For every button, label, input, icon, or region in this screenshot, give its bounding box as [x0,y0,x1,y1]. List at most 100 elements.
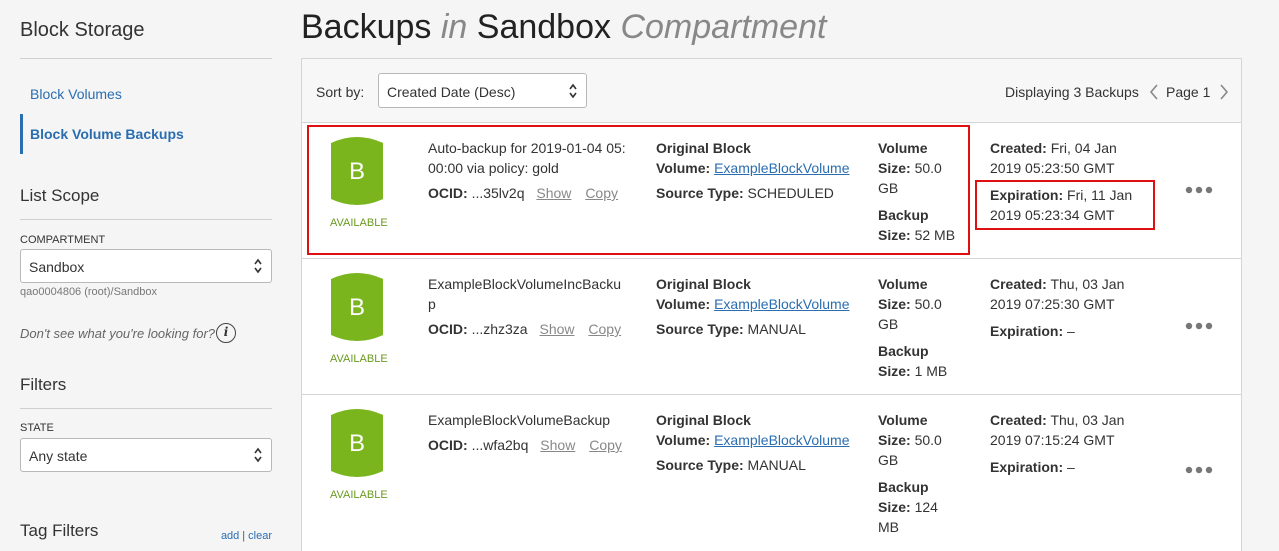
volume-size-label: Size: [878,160,911,176]
ocid-label: OCID: [428,437,468,453]
page-title-compartment: Sandbox [476,8,612,46]
table-row: B AVAILABLE ExampleBlockVolumeIncBackup … [302,259,1241,395]
tag-filter-add-link[interactable]: add [221,530,239,542]
volume-size-label: Size: [878,432,911,448]
expiration-label: Expiration: [990,187,1064,203]
original-volume-link[interactable]: ExampleBlockVolume [714,296,849,312]
orig-label: Original Block [656,140,751,156]
backup-name-link[interactable]: ExampleBlockVolumeBackup [428,410,628,430]
expiration-date: Expiration: – [990,321,1155,341]
display-count: Displaying 3 Backups [1005,84,1139,100]
ocid-show-link[interactable]: Show [539,321,574,337]
ocid-label: OCID: [428,321,468,337]
chevron-updown-icon [569,83,577,99]
tag-filter-clear-link[interactable]: clear [248,530,272,542]
created-date: Created: Thu, 03 Jan 2019 07:15:24 GMT [990,410,1150,450]
original-volume: Original Block Volume: ExampleBlockVolum… [656,274,866,314]
help-text: Don't see what you're looking for? [20,326,216,341]
ocid-value: ...35lv2q [471,185,525,201]
backup-icon: B AVAILABLE [330,407,388,501]
compartment-path: qao0004806 (root)/Sandbox [20,286,157,298]
expiration-label: Expiration: [990,459,1064,475]
orig-label: Volume: [656,432,711,448]
source-type-label: Source Type: [656,457,744,473]
volume-size-label: Volume [878,140,928,156]
backup-icon: B AVAILABLE [330,135,388,229]
database-icon: B [331,273,383,341]
info-icon[interactable]: i [216,323,236,343]
table-row: B AVAILABLE ExampleBlockVolumeBackup OCI… [302,395,1241,551]
state-label: STATE [20,422,54,434]
more-actions-icon[interactable] [1184,185,1214,195]
expiration-value: – [1067,323,1075,339]
ocid-value: ...wfa2bq [471,437,529,453]
source-type-value: SCHEDULED [747,185,834,201]
table-row: B AVAILABLE Auto-backup for 2019-01-04 0… [302,123,1241,259]
ocid-line: OCID: ...wfa2bq Show Copy [428,437,622,453]
ocid-copy-link[interactable]: Copy [589,437,622,453]
chevron-right-icon[interactable] [1218,83,1230,101]
ocid-show-link[interactable]: Show [536,185,571,201]
orig-label: Original Block [656,412,751,428]
backup-size-value: 52 MB [914,227,956,243]
sidebar-item-label: Block Volume Backups [30,126,184,142]
original-volume-link[interactable]: ExampleBlockVolume [714,432,849,448]
list-toolbar: Sort by: Created Date (Desc) Displaying … [302,59,1241,123]
volume-size: Volume Size: 50.0 GB [878,410,968,470]
filters-title: Filters [20,375,67,394]
page-label: Page 1 [1166,84,1211,100]
sidebar-item-block-volumes[interactable]: Block Volumes [30,86,122,102]
backup-icon: B AVAILABLE [330,271,388,365]
backup-size-label: Size: [878,227,911,243]
link-separator: | [242,530,246,542]
original-volume-link[interactable]: ExampleBlockVolume [714,160,849,176]
volume-size: Volume Size: 50.0 GB [878,274,968,334]
database-icon: B [331,137,383,205]
chevron-left-icon[interactable] [1148,83,1160,101]
backup-size-label: Backup [878,343,929,359]
created-date: Created: Thu, 03 Jan 2019 07:25:30 GMT [990,274,1150,314]
volume-size-unit: GB [878,180,899,196]
status-badge: AVAILABLE [330,489,388,501]
more-actions-icon[interactable] [1184,465,1214,475]
sort-label: Sort by: [316,84,365,100]
divider [20,219,272,220]
sidebar-item-block-volume-backups[interactable]: Block Volume Backups [20,114,272,154]
sidebar-title: Block Storage [20,19,145,41]
backup-size: Backup Size: 124 MB [878,477,968,537]
backup-size-unit: MB [878,519,899,535]
source-type: Source Type: MANUAL [656,321,806,337]
backup-size-label: Size: [878,499,911,515]
tag-filters-title: Tag Filters [20,521,99,540]
orig-label: Volume: [656,160,711,176]
backup-size-label: Backup [878,479,929,495]
ocid-copy-link[interactable]: Copy [585,185,618,201]
sort-select[interactable]: Created Date (Desc) [378,73,587,108]
ocid-show-link[interactable]: Show [540,437,575,453]
created-label: Created: [990,412,1047,428]
volume-size-label: Size: [878,296,911,312]
backup-size-label: Backup [878,207,929,223]
page-title-resource: Backups [301,8,432,46]
backup-icon-letter: B [349,294,365,321]
tag-filter-links: add | clear [221,530,272,542]
state-value: Any state [29,448,88,464]
expiration-date: Expiration: – [990,457,1155,477]
orig-label: Volume: [656,296,711,312]
volume-size-value: 50.0 [914,160,942,176]
more-actions-icon[interactable] [1184,321,1214,331]
created-date: Created: Fri, 04 Jan 2019 05:23:50 GMT [990,138,1150,178]
backup-name-link[interactable]: Auto-backup for 2019-01-04 05:00:00 via … [428,138,628,178]
source-type-label: Source Type: [656,321,744,337]
ocid-copy-link[interactable]: Copy [588,321,621,337]
compartment-select[interactable]: Sandbox [20,249,272,283]
state-select[interactable]: Any state [20,438,272,472]
source-type-label: Source Type: [656,185,744,201]
status-badge: AVAILABLE [330,217,388,229]
created-label: Created: [990,276,1047,292]
volume-size: Volume Size: 50.0 GB [878,138,968,198]
volume-size-unit: GB [878,452,899,468]
backup-name-link[interactable]: ExampleBlockVolumeIncBackup [428,274,628,314]
source-type: Source Type: MANUAL [656,457,806,473]
database-icon: B [331,409,383,477]
